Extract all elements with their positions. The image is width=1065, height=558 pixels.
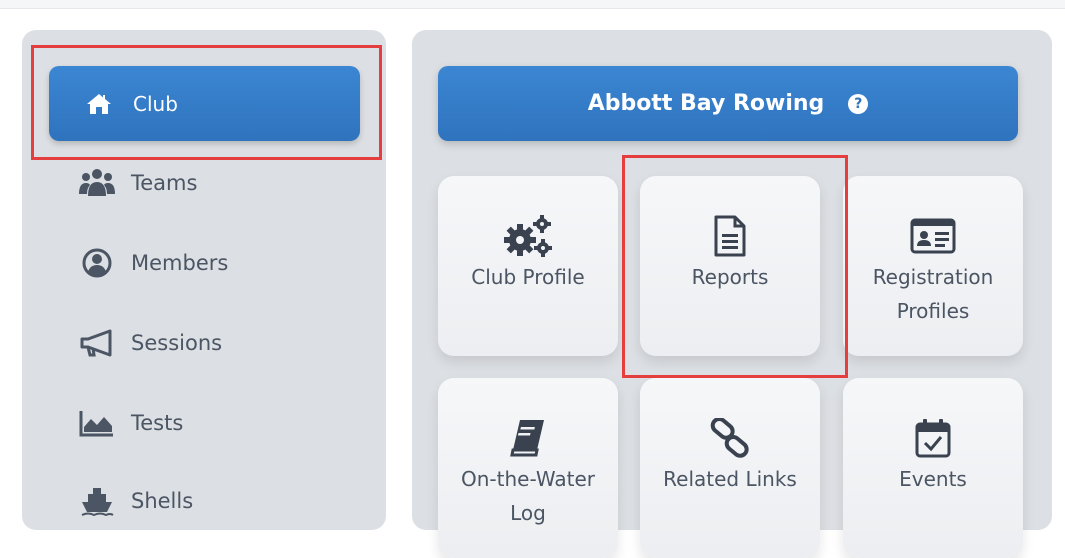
sidebar-item-label: Tests	[131, 411, 184, 435]
link-icon	[709, 416, 751, 460]
tile-on-the-water-log[interactable]: On-the-Water Log	[438, 378, 618, 558]
sidebar-item-label: Sessions	[131, 331, 223, 355]
calendar-check-icon	[914, 416, 952, 460]
area-chart-icon	[77, 409, 117, 437]
sidebar-item-shells[interactable]: Shells	[55, 476, 355, 526]
help-icon[interactable]: ?	[848, 93, 869, 114]
tile-label: Registration Profiles	[872, 265, 994, 323]
tile-reports[interactable]: Reports	[640, 176, 820, 356]
tile-related-links[interactable]: Related Links	[640, 378, 820, 558]
club-name: Abbott Bay Rowing	[587, 91, 825, 116]
users-icon	[77, 168, 117, 198]
tile-label: Reports	[691, 265, 769, 289]
home-icon	[79, 92, 119, 116]
tile-events[interactable]: Events	[843, 378, 1023, 558]
top-border	[0, 0, 1065, 9]
tile-registration-profiles[interactable]: Registration Profiles	[843, 176, 1023, 356]
sidebar-item-label: Shells	[131, 489, 194, 513]
club-title-banner: Abbott Bay Rowing ?	[438, 66, 1018, 141]
book-icon	[510, 416, 546, 460]
sidebar-item-label: Teams	[131, 171, 198, 195]
id-card-icon	[910, 214, 956, 258]
sidebar-item-label: Club	[133, 91, 178, 116]
sidebar-item-tests[interactable]: Tests	[55, 398, 355, 448]
tile-club-profile[interactable]: Club Profile	[438, 176, 618, 356]
megaphone-icon	[77, 329, 117, 357]
sidebar-item-teams[interactable]: Teams	[55, 158, 355, 208]
sidebar-item-members[interactable]: Members	[55, 238, 355, 288]
user-circle-icon	[77, 248, 117, 278]
sidebar-item-label: Members	[131, 251, 229, 275]
document-icon	[713, 214, 747, 258]
tile-label: Related Links	[663, 467, 797, 491]
tile-label: Events	[899, 467, 967, 491]
tile-label: On-the-Water Log	[461, 467, 595, 525]
sidebar-item-club[interactable]: Club	[49, 66, 360, 141]
gears-icon	[502, 214, 554, 258]
sidebar-item-sessions[interactable]: Sessions	[55, 318, 355, 368]
tile-label: Club Profile	[471, 265, 585, 289]
